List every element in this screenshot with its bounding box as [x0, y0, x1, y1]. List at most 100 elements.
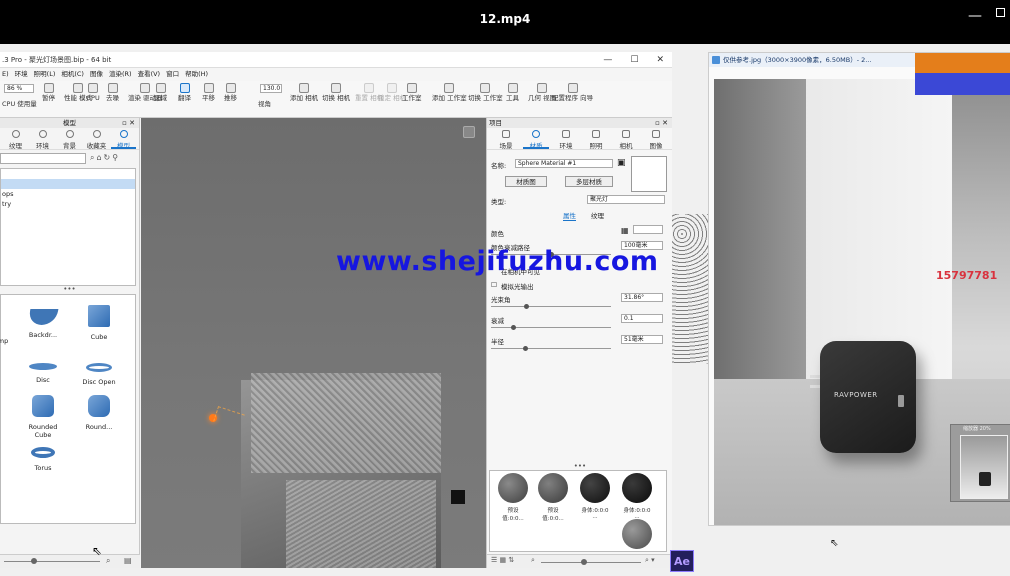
menu-render[interactable]: 渲染(R): [109, 68, 132, 81]
material-graph-button[interactable]: 材质图: [505, 176, 547, 187]
menu-lighting[interactable]: 照明(L): [34, 68, 56, 81]
falloff-input[interactable]: 0.1: [621, 314, 663, 323]
toolbar-pause[interactable]: 暂停: [42, 83, 55, 102]
swatch-size-slider[interactable]: [541, 562, 641, 563]
tree-item[interactable]: [1, 169, 135, 179]
toolbar-switch-camera[interactable]: 切换 相机: [322, 83, 350, 102]
translate-label: 翻译: [178, 94, 191, 102]
menu-window[interactable]: 窗口: [166, 68, 179, 81]
toolbar-view[interactable]: 视角: [258, 101, 271, 108]
minimize-button[interactable]: —: [968, 8, 982, 24]
toolbar-switch-studio[interactable]: 切换 工作室: [468, 83, 503, 102]
folder-icon[interactable]: ▤: [124, 556, 132, 565]
beam-angle-slider[interactable]: [491, 304, 611, 309]
tab-favorites[interactable]: 收藏夹: [84, 128, 109, 150]
library-search-input[interactable]: [0, 153, 86, 164]
filter-icon[interactable]: ⌕ ▾: [645, 556, 655, 565]
material-name-input[interactable]: Sphere Material #1: [515, 159, 613, 168]
slider-knob[interactable]: [31, 558, 37, 564]
toolbar-denoise[interactable]: 去噪: [106, 83, 119, 102]
tab-models[interactable]: 模型: [111, 128, 136, 150]
menu-edit[interactable]: E): [2, 68, 9, 81]
tree-item[interactable]: ops: [1, 189, 135, 199]
model-item[interactable]: Disc Open: [77, 355, 121, 386]
after-effects-icon[interactable]: Ae: [670, 550, 694, 572]
zoom-icon[interactable]: ⌕: [106, 556, 110, 566]
slider-knob[interactable]: [524, 304, 529, 309]
ks-maximize-button[interactable]: ☐: [630, 52, 638, 68]
tab-backgrounds[interactable]: 背景: [57, 128, 82, 150]
navigator-panel[interactable]: 缩放器 20%: [950, 424, 1010, 502]
slider-knob[interactable]: [523, 346, 528, 351]
save-icon[interactable]: ▣: [617, 158, 626, 168]
light-output-checkbox[interactable]: ☐: [491, 281, 497, 289]
toolbar-cpu[interactable]: CPU 使用量: [2, 101, 37, 108]
menu-environment[interactable]: 环境: [15, 68, 28, 81]
menu-view[interactable]: 查看(V): [138, 68, 161, 81]
model-item[interactable]: amp: [0, 309, 23, 345]
falloff-slider[interactable]: [491, 325, 611, 330]
zoom-icon[interactable]: ⌕: [531, 556, 535, 565]
zoom-select[interactable]: 86 %: [4, 84, 34, 93]
beam-angle-input[interactable]: 31.86°: [621, 293, 663, 302]
tab-textures[interactable]: 纹理: [3, 128, 28, 150]
swatch-item[interactable]: 预设值:0:0...: [498, 473, 528, 522]
list-view-icon[interactable]: ☰ ▦ ⇅: [491, 556, 514, 564]
project-close-icon[interactable]: ▫ ✕: [655, 118, 668, 128]
menu-help[interactable]: 帮助(H): [185, 68, 208, 81]
toolbar-add-camera[interactable]: 添加 相机: [290, 83, 318, 102]
tree-item-selected[interactable]: [1, 179, 135, 189]
fov-input[interactable]: 130.0: [260, 84, 282, 93]
ks-close-button[interactable]: ✕: [656, 52, 664, 68]
model-item[interactable]: Backdr...: [21, 309, 65, 339]
swatch-item[interactable]: 预设值:0:0...: [538, 473, 568, 522]
library-search-tools[interactable]: ⌕⌂↻⚲: [90, 153, 120, 163]
render-viewport[interactable]: [141, 118, 486, 568]
texture-map-icon[interactable]: ▦: [621, 226, 629, 235]
swatch-item[interactable]: 身体:0:0:0 ...: [580, 473, 610, 520]
model-item[interactable]: Rounded Cube: [21, 395, 65, 439]
menu-camera[interactable]: 相机(C): [61, 68, 84, 81]
multi-material-button[interactable]: 多层材质: [565, 176, 613, 187]
tab-material[interactable]: 材质: [523, 128, 549, 150]
radius-input[interactable]: 51毫米: [621, 335, 663, 344]
toolbar-dolly[interactable]: 推移: [224, 83, 237, 102]
toolbar-translate[interactable]: 翻译: [178, 83, 191, 102]
splitter-handle[interactable]: •••: [0, 286, 139, 294]
model-item[interactable]: Round...: [77, 395, 121, 431]
toolbar-studio[interactable]: 工作室: [402, 83, 422, 102]
type-select[interactable]: 聚光灯: [587, 195, 665, 204]
tab-environment[interactable]: 环境: [553, 128, 579, 150]
model-item[interactable]: Cube: [77, 305, 121, 341]
slider-knob[interactable]: [581, 559, 587, 565]
model-item[interactable]: Disc: [21, 355, 65, 384]
toolbar-gpu[interactable]: GPU: [86, 83, 100, 102]
thumbnail-size-slider[interactable]: [4, 561, 100, 562]
toolbar-config-wizard[interactable]: 配置程序 向导: [552, 83, 593, 102]
radius-slider[interactable]: [491, 346, 611, 351]
toolbar-tools[interactable]: 工具: [506, 83, 519, 102]
toolbar-region[interactable]: 区域: [154, 83, 167, 102]
model-item[interactable]: Torus: [21, 447, 65, 472]
menu-image[interactable]: 图像: [90, 68, 103, 81]
splitter-handle[interactable]: •••: [487, 462, 673, 470]
library-close-icon[interactable]: ▫ ✕: [122, 118, 135, 128]
toolbar-add-studio[interactable]: 添加 工作室: [432, 83, 467, 102]
tab-environments[interactable]: 环境: [30, 128, 55, 150]
maximize-button[interactable]: [996, 8, 1005, 17]
ks-minimize-button[interactable]: —: [603, 52, 612, 68]
swatch-item[interactable]: [622, 519, 652, 552]
subtab-properties[interactable]: 属性: [563, 210, 576, 221]
swatch-item[interactable]: 身体:0:0:0 ...: [622, 473, 652, 520]
tab-lighting[interactable]: 照明: [583, 128, 609, 150]
tree-item[interactable]: try: [1, 199, 135, 209]
navigator-thumbnail[interactable]: [960, 435, 1008, 499]
color-swatch[interactable]: [633, 225, 663, 234]
tab-scene[interactable]: 场景: [493, 128, 519, 150]
slider-knob[interactable]: [511, 325, 516, 330]
subtab-texture[interactable]: 纹理: [591, 210, 604, 220]
tab-camera[interactable]: 相机: [613, 128, 639, 150]
toolbar-pan[interactable]: 平移: [202, 83, 215, 102]
camera-icon[interactable]: [463, 126, 475, 138]
tab-image[interactable]: 图像: [643, 128, 669, 150]
